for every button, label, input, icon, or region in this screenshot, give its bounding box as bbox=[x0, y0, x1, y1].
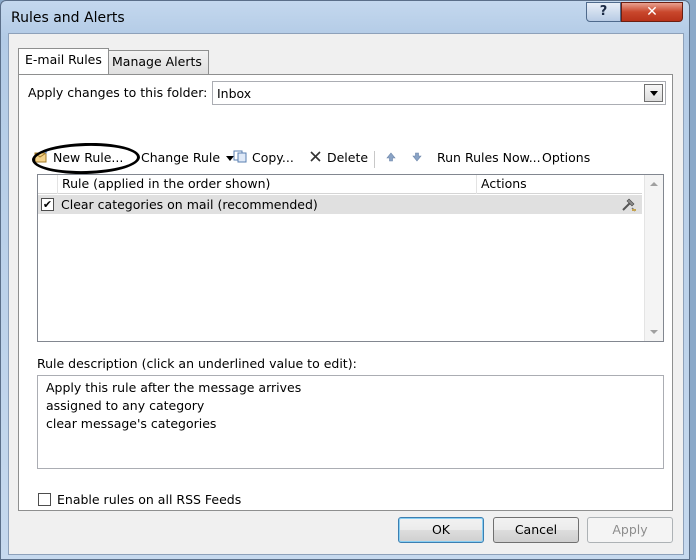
description-line: assigned to any category bbox=[46, 398, 205, 413]
folder-select[interactable]: Inbox bbox=[212, 81, 666, 105]
rule-list-header: Rule (applied in the order shown) Action… bbox=[38, 175, 642, 194]
rule-actions-icon[interactable] bbox=[621, 197, 637, 215]
column-header-check bbox=[38, 175, 58, 194]
scroll-up-icon[interactable] bbox=[650, 182, 658, 186]
change-rule-label: Change Rule bbox=[141, 150, 221, 165]
copy-button[interactable]: Copy... bbox=[232, 148, 294, 170]
folder-select-value: Inbox bbox=[217, 86, 252, 101]
rule-enabled-checkbox[interactable]: ✔ bbox=[41, 198, 54, 211]
rss-rules-checkbox[interactable] bbox=[38, 493, 51, 506]
description-label: Rule description (click an underlined va… bbox=[37, 356, 357, 371]
description-line: clear message's categories bbox=[46, 416, 217, 431]
new-rule-icon bbox=[33, 149, 49, 169]
run-rules-now-button[interactable]: Run Rules Now... bbox=[437, 148, 541, 170]
folder-label: Apply changes to this folder: bbox=[28, 85, 208, 100]
chevron-down-icon[interactable] bbox=[644, 84, 663, 102]
close-button[interactable]: ✕ bbox=[621, 2, 683, 22]
rule-name: Clear categories on mail (recommended) bbox=[61, 197, 318, 212]
delete-label: Delete bbox=[326, 150, 369, 165]
arrow-up-icon bbox=[383, 149, 399, 169]
copy-label: Copy... bbox=[251, 150, 294, 165]
email-rules-panel: Apply changes to this folder: Inbox New … bbox=[18, 74, 673, 511]
move-up-button[interactable] bbox=[383, 148, 399, 170]
window-title: Rules and Alerts bbox=[11, 10, 125, 26]
ok-button[interactable]: OK bbox=[398, 517, 484, 543]
tab-manage-alerts[interactable]: Manage Alerts bbox=[105, 50, 209, 74]
dialog-body: E-mail Rules Manage Alerts Apply changes… bbox=[8, 33, 684, 555]
new-rule-button[interactable]: New Rule... bbox=[33, 148, 123, 170]
column-header-actions[interactable]: Actions bbox=[476, 175, 642, 194]
cancel-button[interactable]: Cancel bbox=[493, 517, 579, 543]
description-line: Apply this rule after the message arrive… bbox=[46, 380, 302, 395]
delete-x-icon bbox=[307, 149, 323, 169]
rule-description-box[interactable]: Apply this rule after the message arrive… bbox=[37, 375, 664, 469]
move-down-button[interactable] bbox=[409, 148, 425, 170]
apply-button[interactable]: Apply bbox=[587, 517, 673, 543]
rules-and-alerts-window: Rules and Alerts ? ✕ E-mail Rules Manage… bbox=[0, 0, 690, 560]
scroll-down-icon[interactable] bbox=[650, 330, 658, 334]
tab-email-rules[interactable]: E-mail Rules bbox=[18, 48, 109, 74]
column-header-rule[interactable]: Rule (applied in the order shown) bbox=[57, 175, 476, 194]
options-label: Options bbox=[542, 150, 591, 165]
titlebar[interactable]: Rules and Alerts ? ✕ bbox=[1, 1, 689, 37]
rule-list[interactable]: Rule (applied in the order shown) Action… bbox=[37, 174, 664, 342]
change-rule-button[interactable]: Change Rule bbox=[141, 148, 235, 170]
help-button[interactable]: ? bbox=[586, 2, 621, 22]
run-rules-now-label: Run Rules Now... bbox=[437, 150, 541, 165]
options-button[interactable]: Options bbox=[542, 148, 590, 170]
copy-icon bbox=[232, 149, 248, 169]
new-rule-label: New Rule... bbox=[52, 150, 124, 165]
rss-rules-label: Enable rules on all RSS Feeds bbox=[57, 492, 242, 507]
table-row[interactable]: ✔ Clear categories on mail (recommended) bbox=[38, 195, 642, 214]
rule-list-scrollbar[interactable] bbox=[644, 175, 663, 341]
delete-button[interactable]: Delete bbox=[307, 148, 368, 170]
arrow-down-icon bbox=[409, 149, 425, 169]
toolbar-separator bbox=[374, 151, 375, 168]
